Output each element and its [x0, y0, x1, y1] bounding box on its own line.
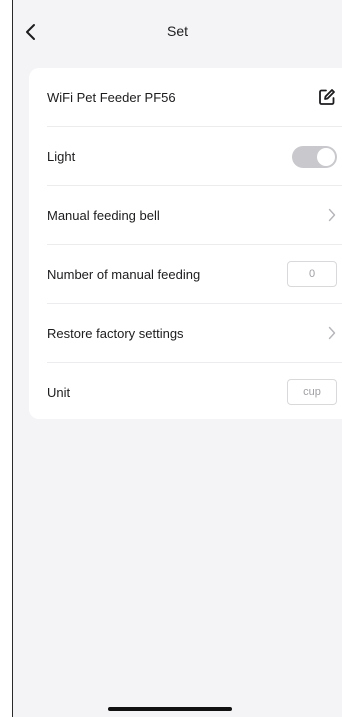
unit-input[interactable]: cup [287, 379, 337, 405]
manual-feeding-count-row: Number of manual feeding 0 [47, 245, 342, 303]
chevron-right-icon [328, 208, 336, 222]
unit-row: Unit cup [47, 363, 342, 421]
light-toggle[interactable] [292, 146, 337, 168]
page-title: Set [166, 23, 188, 39]
navigation-bar: Set [13, 0, 342, 68]
manual-feeding-count-label: Number of manual feeding [47, 266, 201, 282]
chevron-right-icon [328, 326, 336, 340]
edit-name-button[interactable] [318, 88, 336, 106]
device-name-row[interactable]: WiFi Pet Feeder PF56 [47, 68, 342, 126]
device-name-label: WiFi Pet Feeder PF56 [47, 89, 176, 105]
settings-card: WiFi Pet Feeder PF56 Light Manual feedin… [29, 68, 342, 419]
toggle-knob [317, 148, 335, 166]
restore-factory-label: Restore factory settings [47, 325, 184, 341]
home-indicator [108, 707, 232, 711]
unit-label: Unit [47, 384, 71, 400]
light-row: Light [47, 127, 342, 185]
manual-feeding-bell-label: Manual feeding bell [47, 207, 160, 223]
edit-icon [319, 89, 335, 105]
manual-feeding-bell-row[interactable]: Manual feeding bell [47, 186, 342, 244]
restore-factory-row[interactable]: Restore factory settings [47, 304, 342, 362]
light-label: Light [47, 148, 76, 164]
settings-screen: Set WiFi Pet Feeder PF56 Light Manual fe… [12, 0, 342, 717]
manual-feeding-count-input[interactable]: 0 [287, 261, 337, 287]
